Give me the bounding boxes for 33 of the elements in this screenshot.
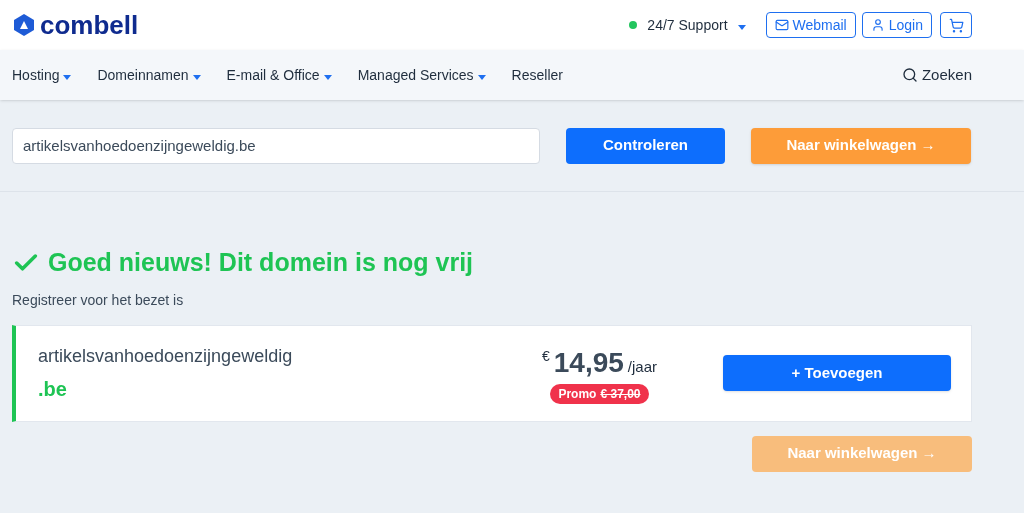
- search-icon: [901, 67, 918, 83]
- caret-icon: [737, 24, 746, 30]
- result-subtitle: Registreer voor het bezet is: [12, 290, 185, 310]
- domain-input[interactable]: artikelsvanhoedoenzijngeweldig.be: [12, 127, 540, 164]
- nav-item[interactable]: E-mail & Office: [226, 64, 332, 86]
- add-button[interactable]: + Toevoegen: [723, 355, 951, 391]
- search-link[interactable]: Zoeken: [921, 63, 972, 87]
- caret-icon: [477, 74, 486, 80]
- support-link[interactable]: 24/7 Support: [647, 14, 728, 36]
- cart-icon-button[interactable]: [940, 12, 972, 38]
- nav-item[interactable]: Reseller: [511, 64, 563, 86]
- price-period: /jaar: [627, 357, 657, 377]
- mail-icon: [774, 18, 789, 32]
- caret-icon: [323, 74, 332, 80]
- result-title: Goed nieuws! Dit domein is nog vrij: [48, 247, 474, 278]
- user-icon: [870, 18, 885, 32]
- nav-item[interactable]: Domeinnamen: [97, 64, 201, 86]
- logo-icon: [12, 13, 36, 37]
- old-price: € 37,00: [600, 386, 641, 403]
- webmail-button[interactable]: Webmail: [765, 12, 856, 38]
- cart-icon: [948, 17, 964, 33]
- logo-text: combell: [40, 12, 139, 38]
- caret-icon: [63, 74, 72, 80]
- nav-item[interactable]: Managed Services: [357, 64, 486, 86]
- caret-icon: [192, 74, 201, 80]
- currency-symbol: €: [541, 347, 550, 366]
- price: 14,95: [553, 346, 624, 380]
- check-button[interactable]: Controleren: [566, 127, 725, 164]
- domain-name: artikelsvanhoedoenzijngeweldig: [38, 344, 293, 368]
- login-button[interactable]: Login: [861, 12, 932, 38]
- promo-label: Promo: [558, 386, 597, 403]
- nav-item[interactable]: Hosting: [12, 64, 72, 86]
- domain-tld: .be: [38, 376, 68, 402]
